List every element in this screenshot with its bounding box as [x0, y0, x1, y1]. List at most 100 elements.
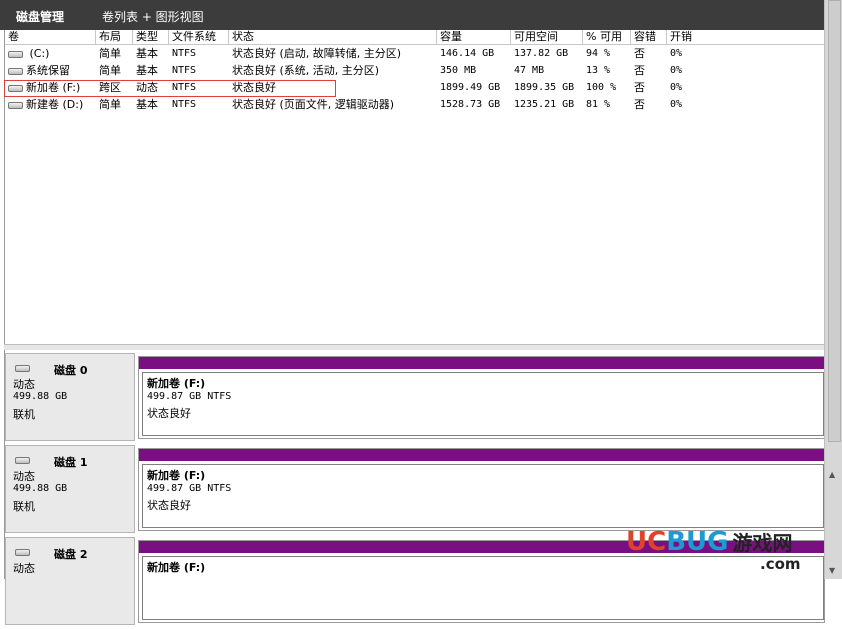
volume-status: 状态良好 — [147, 499, 191, 512]
watermark-uc: UC — [626, 527, 667, 557]
disk-state: 联机 — [13, 408, 35, 421]
disk-row[interactable]: 磁盘 1 动态 499.88 GB 联机 新加卷 (F:) 499.87 GB … — [5, 445, 825, 537]
disk-name: 磁盘 0 — [54, 364, 88, 377]
volume-color-bar — [139, 449, 824, 461]
volume-status: 状态良好 — [147, 407, 191, 420]
watermark-domain: .com — [760, 555, 801, 573]
capacity-cell: 1528.73 GB — [440, 99, 501, 110]
disk-size: 499.88 GB — [13, 483, 68, 494]
volume-cell: 新建卷 (D:) — [5, 96, 96, 113]
volume-list[interactable]: 卷 布局 类型 文件系统 状态 容量 可用空间 % 可用 容错 开销 (C:) … — [4, 30, 825, 344]
volume-name: 新建卷 (D:) — [26, 98, 84, 111]
layout-cell: 简单 — [99, 98, 121, 111]
free-cell: 47 MB — [514, 65, 545, 76]
volume-color-bar — [139, 357, 824, 369]
volume-name: 新加卷 (F:) — [147, 469, 206, 482]
percent-cell: 94 % — [586, 48, 611, 59]
volume-body: 新加卷 (F:) — [142, 556, 824, 620]
drive-icon — [15, 457, 30, 464]
disk-info-panel[interactable]: 磁盘 0 动态 499.88 GB 联机 — [5, 353, 135, 441]
status-cell: 状态良好 (系统, 活动, 主分区) — [232, 64, 380, 77]
volume-cell: (C:) — [5, 45, 96, 62]
volume-name: 系统保留 — [26, 64, 70, 77]
column-header: 卷 布局 类型 文件系统 状态 容量 可用空间 % 可用 容错 开销 — [5, 30, 825, 45]
column-free-space[interactable]: 可用空间 — [511, 30, 583, 44]
disk-size: 499.88 GB — [13, 391, 68, 402]
disk-name: 磁盘 1 — [54, 456, 88, 469]
percent-cell: 13 % — [586, 65, 611, 76]
column-status[interactable]: 状态 — [229, 30, 437, 44]
drive-icon — [15, 549, 30, 556]
type-cell: 基本 — [136, 64, 158, 77]
volume-body: 新加卷 (F:) 499.87 GB NTFS 状态良好 — [142, 464, 824, 528]
capacity-cell: 350 MB — [440, 65, 477, 76]
overhead-cell: 0% — [670, 99, 683, 110]
table-row[interactable]: 新建卷 (D:) 简单 基本 NTFS 状态良好 (页面文件, 逻辑驱动器) 1… — [5, 96, 825, 113]
fs-cell: NTFS — [172, 65, 197, 76]
table-row[interactable]: (C:) 简单 基本 NTFS 状态良好 (启动, 故障转储, 主分区) 146… — [5, 45, 825, 62]
overhead-cell: 0% — [670, 65, 683, 76]
column-capacity[interactable]: 容量 — [437, 30, 511, 44]
volume-cell: 系统保留 — [5, 62, 96, 79]
type-cell: 基本 — [136, 98, 158, 111]
column-volume[interactable]: 卷 — [5, 30, 96, 44]
window-title: 磁盘管理 — [16, 10, 65, 24]
disk-name: 磁盘 2 — [54, 548, 88, 561]
fs-cell: NTFS — [172, 99, 197, 110]
disk-info-panel[interactable]: 磁盘 2 动态 — [5, 537, 135, 625]
column-overhead[interactable]: 开销 — [667, 30, 825, 44]
overhead-cell: 0% — [670, 82, 683, 93]
volume-size: 499.87 GB NTFS — [147, 483, 232, 494]
watermark-logo: UCBUG 游戏网 — [626, 527, 792, 557]
table-row[interactable]: 系统保留 简单 基本 NTFS 状态良好 (系统, 活动, 主分区) 350 M… — [5, 62, 825, 79]
volume-size: 499.87 GB NTFS — [147, 391, 232, 402]
volume-partition[interactable]: 新加卷 (F:) 499.87 GB NTFS 状态良好 — [138, 448, 825, 531]
disk-state: 联机 — [13, 500, 35, 513]
fault-cell: 否 — [634, 64, 645, 77]
free-cell: 137.82 GB — [514, 48, 569, 59]
column-filesystem[interactable]: 文件系统 — [169, 30, 229, 44]
overhead-cell: 0% — [670, 48, 683, 59]
column-percent-free[interactable]: % 可用 — [583, 30, 631, 44]
disk-info-panel[interactable]: 磁盘 1 动态 499.88 GB 联机 — [5, 445, 135, 533]
disk-row[interactable]: 磁盘 0 动态 499.88 GB 联机 新加卷 (F:) 499.87 GB … — [5, 353, 825, 445]
status-cell: 状态良好 (页面文件, 逻辑驱动器) — [232, 98, 395, 111]
free-cell: 1235.21 GB — [514, 99, 575, 110]
disk-kind: 动态 — [13, 378, 35, 391]
free-cell: 1899.35 GB — [514, 82, 575, 93]
volume-name: 新加卷 (F:) — [147, 561, 206, 574]
capacity-cell: 146.14 GB — [440, 48, 495, 59]
layout-cell: 简单 — [99, 64, 121, 77]
type-cell: 基本 — [136, 47, 158, 60]
watermark-bug: BUG — [666, 527, 729, 557]
selection-highlight — [4, 80, 336, 97]
percent-cell: 100 % — [586, 82, 617, 93]
vertical-scrollbar[interactable]: ▲ ▼ — [824, 0, 842, 579]
layout-cell: 简单 — [99, 47, 121, 60]
fault-cell: 否 — [634, 81, 645, 94]
column-layout[interactable]: 布局 — [96, 30, 133, 44]
scroll-down-icon[interactable]: ▼ — [829, 566, 835, 575]
column-fault-tolerance[interactable]: 容错 — [631, 30, 667, 44]
view-mode-label[interactable]: 卷列表 + 图形视图 — [102, 8, 204, 25]
fs-cell: NTFS — [172, 48, 197, 59]
title-bar: 磁盘管理 卷列表 + 图形视图 — [0, 0, 824, 30]
drive-icon — [8, 101, 23, 109]
capacity-cell: 1899.49 GB — [440, 82, 501, 93]
volume-body: 新加卷 (F:) 499.87 GB NTFS 状态良好 — [142, 372, 824, 436]
scroll-up-icon[interactable]: ▲ — [829, 470, 835, 479]
fault-cell: 否 — [634, 47, 645, 60]
column-type[interactable]: 类型 — [133, 30, 169, 44]
disk-kind: 动态 — [13, 562, 35, 575]
disk-kind: 动态 — [13, 470, 35, 483]
drive-icon — [8, 67, 23, 75]
volume-name: 新加卷 (F:) — [147, 377, 206, 390]
percent-cell: 81 % — [586, 99, 611, 110]
volume-partition[interactable]: 新加卷 (F:) 499.87 GB NTFS 状态良好 — [138, 356, 825, 439]
scrollbar-thumb[interactable] — [828, 0, 841, 442]
drive-icon — [8, 50, 23, 58]
status-cell: 状态良好 (启动, 故障转储, 主分区) — [232, 47, 402, 60]
watermark-site: 游戏网 — [732, 531, 793, 555]
drive-icon — [15, 365, 30, 372]
fault-cell: 否 — [634, 98, 645, 111]
